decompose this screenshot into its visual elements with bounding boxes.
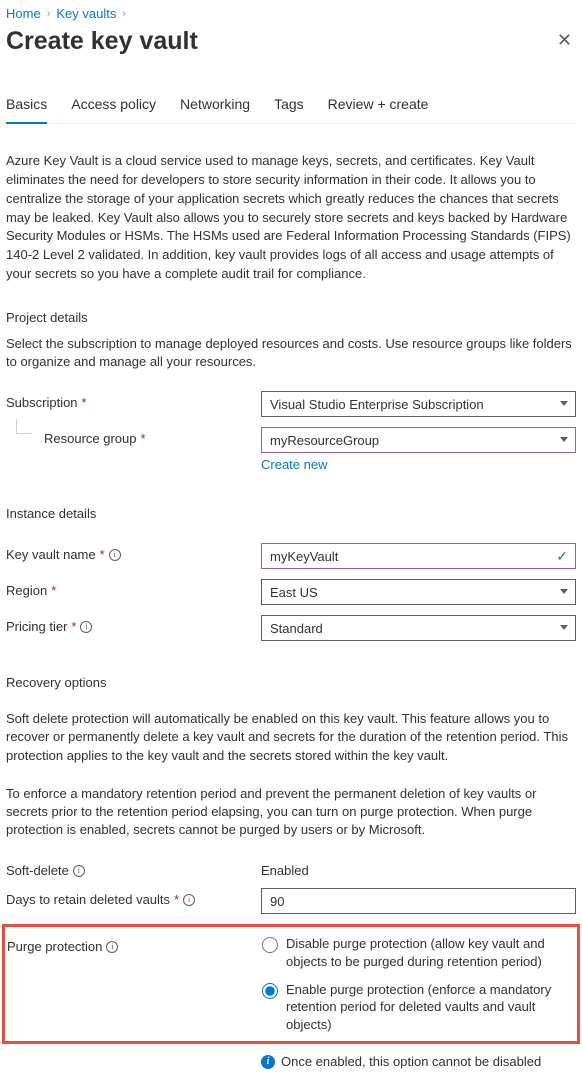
project-details-heading: Project details xyxy=(6,310,576,325)
required-indicator: * xyxy=(51,583,56,598)
resource-group-label: Resource group xyxy=(44,431,137,446)
required-indicator: * xyxy=(141,431,146,446)
instance-details-heading: Instance details xyxy=(6,506,576,521)
pricing-tier-label: Pricing tier xyxy=(6,619,67,634)
region-select[interactable]: East US xyxy=(261,579,576,605)
subscription-select[interactable]: Visual Studio Enterprise Subscription xyxy=(261,391,576,417)
tab-access-policy[interactable]: Access policy xyxy=(71,96,156,123)
tab-tags[interactable]: Tags xyxy=(274,96,304,123)
purge-disable-label[interactable]: Disable purge protection (allow key vaul… xyxy=(286,935,573,970)
resource-group-select[interactable]: myResourceGroup xyxy=(261,427,576,453)
region-label: Region xyxy=(6,583,47,598)
info-filled-icon: i xyxy=(261,1055,275,1069)
breadcrumb-keyvaults[interactable]: Key vaults xyxy=(56,6,116,21)
breadcrumb: Home › Key vaults › xyxy=(6,6,576,21)
subscription-label: Subscription xyxy=(6,395,78,410)
checkmark-icon: ✓ xyxy=(556,548,568,565)
info-icon[interactable]: i xyxy=(109,549,121,561)
recovery-desc-1: Soft delete protection will automaticall… xyxy=(6,710,576,765)
project-details-desc: Select the subscription to manage deploy… xyxy=(6,335,576,371)
pricing-tier-select[interactable]: Standard xyxy=(261,615,576,641)
purge-note-text: Once enabled, this option cannot be disa… xyxy=(281,1054,541,1069)
recovery-options-heading: Recovery options xyxy=(6,675,576,690)
purge-protection-radiogroup: Disable purge protection (allow key vaul… xyxy=(262,935,573,1033)
purge-protection-highlight: Purge protection i Disable purge protect… xyxy=(2,924,580,1044)
create-new-link[interactable]: Create new xyxy=(261,457,327,472)
retention-days-label: Days to retain deleted vaults xyxy=(6,892,170,907)
tab-networking[interactable]: Networking xyxy=(180,96,250,123)
tab-basics[interactable]: Basics xyxy=(6,96,47,124)
page-title: Create key vault xyxy=(6,27,198,56)
tabs: Basics Access policy Networking Tags Rev… xyxy=(6,96,576,124)
purge-protection-label: Purge protection xyxy=(7,939,102,954)
chevron-right-icon: › xyxy=(122,8,126,20)
required-indicator: * xyxy=(82,395,87,410)
soft-delete-label: Soft-delete xyxy=(6,863,69,878)
required-indicator: * xyxy=(71,619,76,634)
close-icon[interactable]: ✕ xyxy=(553,27,576,53)
recovery-desc-2: To enforce a mandatory retention period … xyxy=(6,785,576,840)
tab-review-create[interactable]: Review + create xyxy=(328,96,429,123)
breadcrumb-home[interactable]: Home xyxy=(6,6,41,21)
info-icon[interactable]: i xyxy=(80,621,92,633)
intro-text: Azure Key Vault is a cloud service used … xyxy=(6,152,576,284)
purge-enable-radio[interactable] xyxy=(262,983,278,999)
required-indicator: * xyxy=(174,892,179,907)
chevron-right-icon: › xyxy=(47,8,51,20)
info-icon[interactable]: i xyxy=(73,865,85,877)
purge-enable-label[interactable]: Enable purge protection (enforce a manda… xyxy=(286,981,573,1034)
keyvault-name-label: Key vault name xyxy=(6,547,96,562)
keyvault-name-input[interactable] xyxy=(261,543,576,569)
required-indicator: * xyxy=(100,547,105,562)
soft-delete-value: Enabled xyxy=(261,859,576,878)
purge-note: i Once enabled, this option cannot be di… xyxy=(261,1054,576,1069)
retention-days-input[interactable] xyxy=(261,888,576,914)
purge-disable-radio[interactable] xyxy=(262,937,278,953)
info-icon[interactable]: i xyxy=(106,941,118,953)
info-icon[interactable]: i xyxy=(183,894,195,906)
